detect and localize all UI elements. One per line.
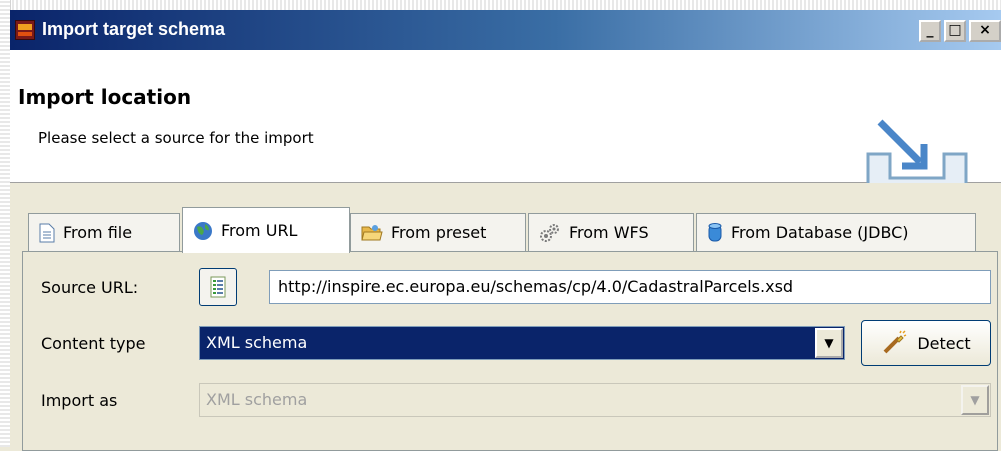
minimize-button[interactable]: _ (919, 20, 941, 42)
tab-label: From URL (221, 221, 298, 240)
folder-icon (361, 224, 383, 240)
import-as-label: Import as (41, 391, 118, 410)
page-description: Please select a source for the import (38, 129, 314, 147)
globe-icon (194, 221, 212, 240)
tab-from-preset[interactable]: From preset (350, 213, 526, 251)
tab-label: From preset (391, 223, 487, 242)
maximize-button[interactable]: □ (944, 20, 966, 42)
source-url-input[interactable]: http://inspire.ec.europa.eu/schemas/cp/4… (269, 270, 991, 304)
gears-icon (540, 223, 559, 242)
detect-label: Detect (917, 333, 971, 353)
tab-label: From WFS (569, 223, 649, 242)
page-title: Import location (18, 85, 192, 109)
content-type-label: Content type (41, 334, 146, 353)
source-url-label: Source URL: (41, 278, 139, 297)
detect-button[interactable]: Detect (861, 320, 991, 366)
window-title: Import target schema (42, 19, 226, 39)
database-icon (708, 222, 722, 241)
content-type-value: XML schema (206, 333, 308, 352)
app-icon (15, 20, 35, 40)
import-as-value: XML schema (206, 390, 308, 409)
chevron-down-icon[interactable]: ▼ (815, 328, 843, 358)
browse-url-button[interactable] (199, 268, 237, 306)
chevron-down-icon[interactable]: ▼ (961, 385, 989, 415)
content-type-select[interactable]: XML schema ▼ (199, 326, 845, 360)
background-strip (0, 0, 1001, 10)
tab-from-database[interactable]: From Database (JDBC) (696, 213, 976, 251)
list-icon (210, 276, 226, 298)
tab-container: From file From URL From preset From WFS … (10, 183, 1001, 451)
title-bar[interactable]: Import target schema _ □ × (10, 10, 1001, 50)
import-as-select[interactable]: XML schema ▼ (199, 383, 991, 417)
header-panel: Import location Please select a source f… (10, 50, 1001, 204)
file-icon (39, 223, 55, 242)
tab-from-url[interactable]: From URL (182, 207, 350, 253)
tab-label: From file (63, 223, 133, 242)
tab-label: From Database (JDBC) (731, 223, 909, 242)
wand-icon (883, 330, 907, 354)
tab-panel-from-url: Source URL: http://inspire.ec.europa.eu/… (22, 251, 998, 451)
close-button[interactable]: × (969, 20, 1001, 42)
tab-from-file[interactable]: From file (28, 213, 180, 251)
tab-from-wfs[interactable]: From WFS (528, 213, 694, 251)
import-dialog: Import target schema _ □ × Import locati… (10, 10, 1001, 451)
